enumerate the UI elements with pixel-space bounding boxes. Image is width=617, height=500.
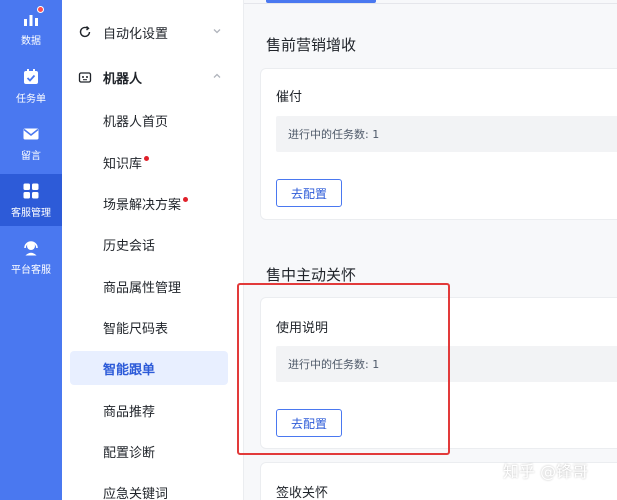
menu-item-product-attributes[interactable]: 商品属性管理 [70, 269, 228, 303]
robot-icon [76, 68, 94, 86]
highlight-box [237, 283, 450, 455]
task-count: 进行中的任务数: 1 [276, 116, 617, 152]
mail-icon [21, 124, 41, 144]
section-title: 售中主动关怀 [266, 266, 357, 284]
menu-group-label: 机器人 [103, 71, 143, 87]
headset-icon [21, 238, 41, 258]
menu-item-label: 机器人首页 [103, 114, 169, 130]
notification-dot [37, 6, 44, 13]
menu-item-label: 商品推荐 [103, 404, 156, 420]
menu-item-history-sessions[interactable]: 历史会话 [70, 227, 228, 261]
menu-item-emergency-keywords[interactable]: 应急关键词 [70, 475, 228, 500]
menu-item-label: 智能跟单 [103, 362, 156, 378]
rail-label: 留言 [21, 151, 41, 162]
secondary-menu: 自动化设置 机器人 机器人首页 知识库 场景解决方案 历史会话 商品属性管理 智… [62, 0, 244, 500]
new-dot [183, 196, 189, 202]
divider [244, 3, 617, 4]
configure-button[interactable]: 去配置 [276, 179, 342, 207]
grid-icon [21, 181, 41, 201]
menu-item-label: 智能尺码表 [103, 321, 169, 337]
bar-chart-icon [21, 6, 44, 29]
rail-label: 数据 [21, 36, 41, 47]
task-card: 催付 进行中的任务数: 1 去配置 [260, 68, 617, 220]
menu-group-robot[interactable]: 机器人 [62, 57, 244, 97]
menu-item-robot-home[interactable]: 机器人首页 [70, 103, 228, 137]
menu-item-label: 历史会话 [103, 238, 156, 254]
rail-label: 任务单 [16, 94, 46, 105]
refresh-icon [76, 23, 94, 41]
chevron-up-icon [212, 70, 222, 85]
rail-item-data[interactable]: 数据 [0, 2, 62, 54]
menu-item-label: 配置诊断 [103, 445, 156, 461]
menu-item-label: 场景解决方案 [103, 197, 182, 213]
menu-item-label: 应急关键词 [103, 486, 169, 500]
menu-item-smart-followup[interactable]: 智能跟单 [70, 351, 228, 385]
card-title: 催付 [276, 90, 303, 105]
rail-item-platform-service[interactable]: 平台客服 [0, 231, 62, 283]
menu-item-scenario-solutions[interactable]: 场景解决方案 [70, 186, 228, 220]
menu-item-size-chart[interactable]: 智能尺码表 [70, 310, 228, 344]
rail-item-service-management[interactable]: 客服管理 [0, 174, 62, 226]
rail-item-messages[interactable]: 留言 [0, 117, 62, 169]
menu-item-product-recommend[interactable]: 商品推荐 [70, 393, 228, 427]
menu-group-label: 自动化设置 [103, 26, 169, 42]
watermark: 知乎 @锋哥 [503, 462, 589, 481]
menu-group-automation[interactable]: 自动化设置 [62, 12, 244, 52]
section-title: 售前营销增收 [266, 36, 357, 54]
rail-label: 客服管理 [11, 208, 51, 219]
calendar-check-icon [21, 67, 41, 87]
icon-rail: 数据 任务单 留言 客服管理 平台客服 [0, 0, 62, 500]
new-dot [144, 155, 150, 161]
menu-item-config-diagnosis[interactable]: 配置诊断 [70, 434, 228, 468]
rail-item-tasks[interactable]: 任务单 [0, 60, 62, 112]
card-title: 签收关怀 [276, 486, 329, 500]
rail-label: 平台客服 [11, 265, 51, 276]
chevron-down-icon [212, 25, 222, 40]
menu-item-label: 知识库 [103, 156, 143, 172]
menu-item-knowledge-base[interactable]: 知识库 [70, 145, 228, 179]
menu-item-label: 商品属性管理 [103, 280, 182, 296]
